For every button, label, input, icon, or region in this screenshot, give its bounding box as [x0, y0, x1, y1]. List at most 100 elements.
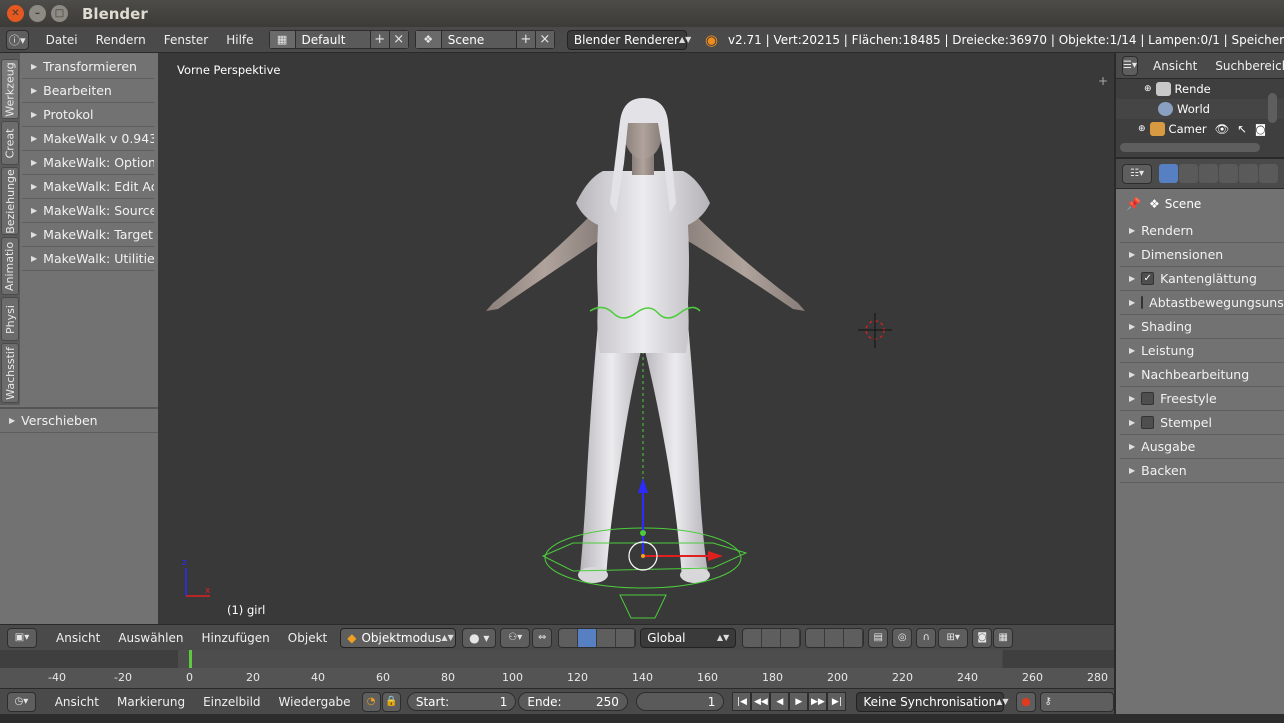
panel-makewalk-source[interactable]: ▶MakeWalk: Source a: [22, 199, 154, 223]
panel-makewalk-options[interactable]: ▶ MakeWalk: Options: [22, 151, 154, 175]
layer-5-icon[interactable]: [825, 628, 845, 647]
outliner-row-camera[interactable]: ⊕ Camer 👁 ↖ ◙: [1116, 119, 1284, 139]
tab-wachsstift[interactable]: Wachsstif: [1, 343, 19, 403]
end-frame-field[interactable]: Ende: 250: [518, 692, 628, 711]
current-frame-field[interactable]: 1: [635, 692, 725, 711]
x-arrow-icon[interactable]: [708, 551, 723, 561]
manipulator-y-handle[interactable]: [640, 530, 646, 536]
transform-orientation-dropdown[interactable]: Global ▲▼: [640, 627, 737, 648]
menu-fenster[interactable]: Fenster: [155, 33, 218, 47]
layer-3-icon[interactable]: [781, 628, 801, 647]
auto-keying-button[interactable]: ●: [1016, 691, 1036, 712]
jump-keyframe-forward-icon[interactable]: ▶▶: [808, 692, 828, 711]
editor-type-properties-button[interactable]: ☷▾: [1122, 163, 1152, 184]
outliner-horizontal-scrollbar[interactable]: [1120, 143, 1260, 152]
panel-nachbearbeitung[interactable]: ▶ Nachbearbeitung: [1120, 363, 1284, 387]
outliner-vertical-scrollbar[interactable]: [1268, 93, 1277, 123]
remove-scene-icon[interactable]: ×: [534, 31, 554, 48]
pin-icon[interactable]: 📌: [1126, 197, 1141, 211]
remove-screen-icon[interactable]: ×: [388, 31, 408, 48]
constraints-context-icon[interactable]: [1259, 164, 1278, 183]
pivot-point-button[interactable]: ⚇▾: [500, 627, 531, 648]
screen-layout-field[interactable]: ▦ Default + ×: [268, 30, 409, 49]
transform-manipulator-icon[interactable]: [616, 628, 636, 647]
editor-type-info-button[interactable]: ⓘ▾: [6, 29, 29, 50]
interaction-mode-dropdown[interactable]: ◆ Objektmodus ▲▼: [340, 627, 457, 648]
renderable-camera-icon[interactable]: ◙: [1255, 122, 1266, 136]
panel-kantenglaettung[interactable]: ▶ ✓ Kantenglättung: [1120, 267, 1284, 291]
layer-6-icon[interactable]: [844, 628, 864, 647]
timeline-scrub-area[interactable]: [0, 668, 1114, 688]
panel-freestyle[interactable]: ▶ Freestyle: [1120, 387, 1284, 411]
snap-element-button[interactable]: ⊞▾: [938, 627, 969, 648]
menu-einzelbild[interactable]: Einzelbild: [194, 695, 269, 709]
rotate-manipulator-icon[interactable]: [578, 628, 598, 647]
play-reverse-icon[interactable]: ◀: [770, 692, 790, 711]
tab-creat[interactable]: Creat: [1, 121, 19, 165]
object-context-icon[interactable]: [1239, 164, 1258, 183]
editor-type-outliner-button[interactable]: ☰▾: [1122, 55, 1138, 76]
panel-bearbeiten[interactable]: ▶ Bearbeiten: [22, 79, 154, 103]
sync-mode-dropdown[interactable]: Keine Synchronisation ▲▼: [856, 691, 1009, 712]
expand-plus-icon[interactable]: ⊕: [1138, 124, 1146, 134]
outliner[interactable]: ☰▾ Ansicht Suchbereich ⊕ Rende World ⊕ C…: [1114, 53, 1284, 157]
panel-makewalk-utilities[interactable]: ▶ MakeWalk: Utilities: [22, 247, 154, 271]
menu-rendern[interactable]: Rendern: [87, 33, 155, 47]
play-icon[interactable]: ▶: [789, 692, 809, 711]
opengl-render-animation-button[interactable]: ▦: [993, 627, 1014, 648]
panel-transformieren[interactable]: ▶ Transformieren: [22, 55, 154, 79]
editor-type-timeline-button[interactable]: ◷▾: [7, 691, 36, 712]
panel-backen[interactable]: ▶ Backen: [1120, 459, 1284, 483]
menu-markierung[interactable]: Markierung: [108, 695, 194, 709]
scene-context-icon[interactable]: [1199, 164, 1218, 183]
jump-keyframe-back-icon[interactable]: ◀◀: [751, 692, 771, 711]
selectable-cursor-icon[interactable]: ↖: [1237, 122, 1247, 136]
menu-auswaehlen[interactable]: Auswählen: [109, 631, 192, 645]
menu-hinzufuegen[interactable]: Hinzufügen: [192, 631, 278, 645]
panel-makewalk-version[interactable]: ▶ MakeWalk v 0.943:: [22, 127, 154, 151]
checkbox-unchecked[interactable]: [1141, 296, 1144, 309]
layer-4-icon[interactable]: [806, 628, 826, 647]
visibility-eye-icon[interactable]: 👁: [1215, 122, 1230, 136]
menu-ansicht[interactable]: Ansicht: [47, 631, 109, 645]
scale-manipulator-icon[interactable]: [597, 628, 617, 647]
layer-1-icon[interactable]: [743, 628, 763, 647]
close-window-button[interactable]: ✕: [7, 5, 24, 22]
current-frame-indicator[interactable]: [189, 650, 192, 668]
render-layers-context-icon[interactable]: [1179, 164, 1198, 183]
panel-protokol[interactable]: ▶ Protokol: [22, 103, 154, 127]
render-context-icon[interactable]: [1159, 164, 1178, 183]
render-engine-dropdown[interactable]: Blender Renderer ▲▼: [566, 29, 691, 50]
start-frame-field[interactable]: Start: 1: [406, 692, 517, 711]
tab-werkzeug[interactable]: Werkzeug: [1, 59, 19, 119]
outliner-row-render-layers[interactable]: ⊕ Rende: [1116, 79, 1284, 99]
z-arrow-icon[interactable]: [638, 478, 648, 493]
menu-suchbereich[interactable]: Suchbereich: [1206, 59, 1284, 73]
menu-hilfe[interactable]: Hilfe: [217, 33, 262, 47]
menu-ansicht-timeline[interactable]: Ansicht: [46, 695, 108, 709]
lock-time-button[interactable]: 🔒: [381, 691, 401, 712]
outliner-row-world[interactable]: World: [1116, 99, 1284, 119]
checkbox-unchecked[interactable]: [1141, 416, 1155, 429]
panel-stempel[interactable]: ▶ Stempel: [1120, 411, 1284, 435]
jump-end-icon[interactable]: ▶|: [827, 692, 847, 711]
opengl-render-image-button[interactable]: ◙: [972, 627, 993, 648]
menu-datei[interactable]: Datei: [37, 33, 87, 47]
checkbox-checked[interactable]: ✓: [1141, 272, 1155, 285]
editor-type-3d-view-button[interactable]: ▣▾: [7, 627, 37, 648]
checkbox-unchecked[interactable]: [1141, 392, 1155, 405]
tab-beziehungen[interactable]: Beziehunge: [1, 167, 19, 235]
minimize-window-button[interactable]: –: [29, 5, 46, 22]
scene-field[interactable]: ❖ Scene + ×: [414, 30, 555, 49]
lock-layers-button[interactable]: ▤: [868, 627, 889, 648]
panel-operator-verschieben[interactable]: ▶ Verschieben: [0, 409, 158, 433]
world-context-icon[interactable]: [1219, 164, 1238, 183]
panel-dimensionen[interactable]: ▶ Dimensionen: [1120, 243, 1284, 267]
menu-objekt[interactable]: Objekt: [279, 631, 336, 645]
panel-shading[interactable]: ▶ Shading: [1120, 315, 1284, 339]
jump-start-icon[interactable]: |◀: [732, 692, 752, 711]
proportional-edit-button[interactable]: ◎: [892, 627, 913, 648]
manipulator-toggle-button[interactable]: ⇔: [532, 627, 553, 648]
add-scene-icon[interactable]: +: [515, 31, 535, 48]
viewport-shading-button[interactable]: ● ▾: [462, 627, 497, 648]
